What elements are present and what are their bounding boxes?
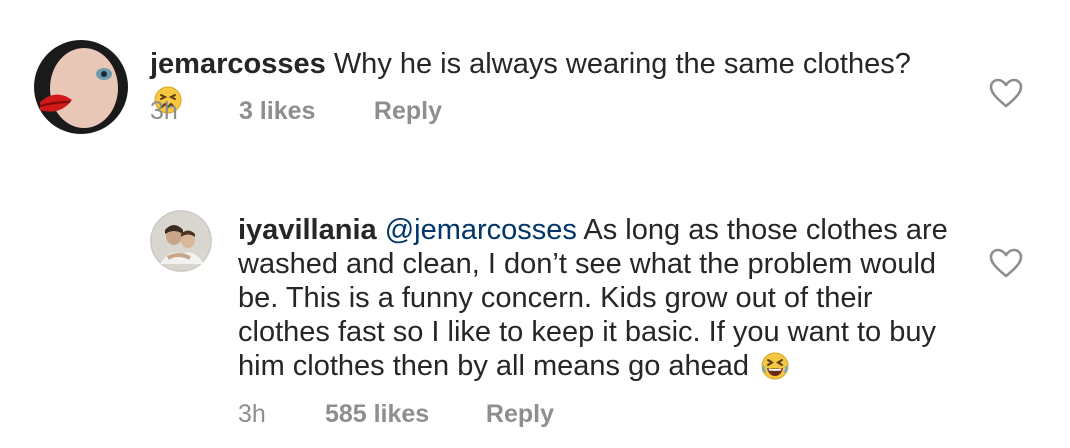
- comment-username[interactable]: iyavillania: [238, 214, 377, 246]
- comment-meta: 3h 3 likes Reply: [150, 96, 442, 126]
- avatar[interactable]: [150, 210, 212, 272]
- reply-button[interactable]: Reply: [486, 399, 554, 429]
- comment-timestamp: 3h: [238, 400, 266, 428]
- comment-body: Why he is always wearing the same clothe…: [333, 48, 911, 80]
- heart-icon[interactable]: [989, 78, 1023, 108]
- comment-likes[interactable]: 585 likes: [325, 399, 479, 429]
- grinning-squinting-face-icon: [761, 352, 789, 388]
- comment-meta: 3h 585 likes Reply: [238, 399, 554, 429]
- comment-text: iyavillania @jemarcosses As long as thos…: [238, 213, 958, 388]
- mention-link[interactable]: @jemarcosses: [385, 214, 577, 246]
- reply-button[interactable]: Reply: [374, 96, 442, 126]
- comment-username[interactable]: jemarcosses: [150, 48, 326, 80]
- comment-timestamp: 3h: [150, 97, 178, 125]
- heart-icon[interactable]: [989, 248, 1023, 278]
- avatar[interactable]: [34, 40, 128, 134]
- comment-likes[interactable]: 3 likes: [239, 96, 367, 126]
